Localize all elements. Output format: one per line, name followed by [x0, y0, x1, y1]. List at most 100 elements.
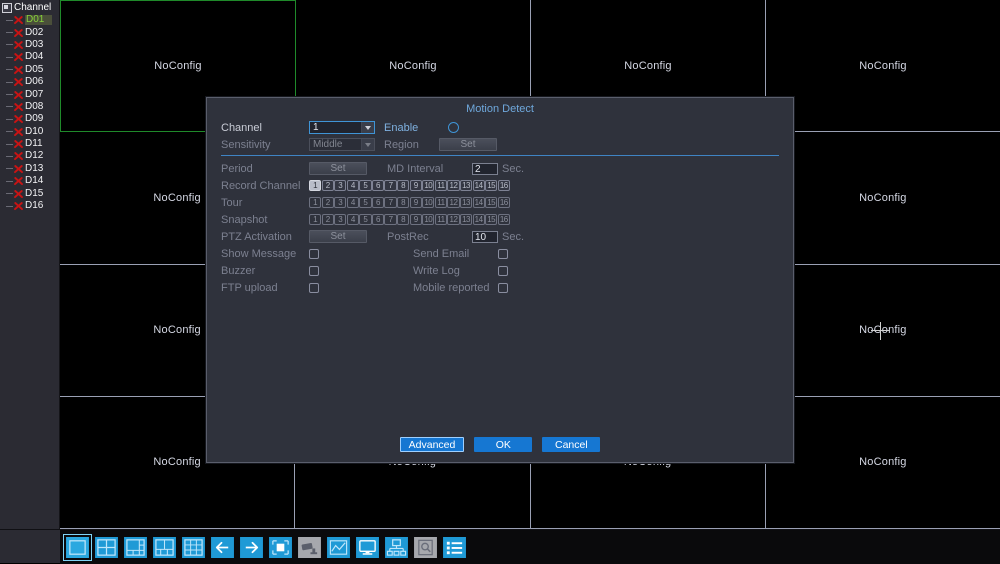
tour-ch-14[interactable]: 14	[472, 197, 485, 208]
snapshot-ch-13[interactable]: 13	[459, 214, 473, 225]
sidebar-item-d07[interactable]: D07	[0, 88, 59, 100]
sidebar-item-d16[interactable]: D16	[0, 200, 59, 212]
monitor-output-button[interactable]	[354, 534, 381, 560]
record-channel-ch-14[interactable]: 14	[472, 180, 485, 191]
tree-expander-icon[interactable]	[2, 2, 12, 13]
sidebar-item-d03[interactable]: D03	[0, 39, 59, 51]
snapshot-ch-2[interactable]: 2	[321, 214, 334, 225]
cancel-button[interactable]: Cancel	[542, 437, 601, 452]
snapshot-ch-9[interactable]: 9	[409, 214, 422, 225]
record-channel-ch-16[interactable]: 16	[497, 180, 510, 191]
sidebar-item-d01[interactable]: D01	[0, 14, 59, 26]
snapshot-ch-8[interactable]: 8	[397, 214, 410, 225]
tour-ch-6[interactable]: 6	[371, 197, 385, 208]
main-menu-list-button[interactable]	[441, 534, 468, 560]
chevron-down-icon[interactable]	[361, 122, 374, 133]
advanced-button[interactable]: Advanced	[399, 437, 465, 452]
sidebar-item-d08[interactable]: D08	[0, 101, 59, 113]
record-channel-ch-12[interactable]: 12	[447, 180, 460, 191]
record-channel-grid[interactable]: 1 2 3 4 5 6 7 8 9 10 11 12 13 14 15 16	[309, 180, 510, 191]
tour-ch-7[interactable]: 7	[384, 197, 397, 208]
snapshot-ch-12[interactable]: 12	[447, 214, 460, 225]
write-log-checkbox[interactable]	[498, 265, 508, 276]
color-chart-button[interactable]	[325, 534, 352, 560]
mobile-reported-checkbox[interactable]	[498, 282, 508, 293]
enable-checkbox[interactable]	[448, 122, 459, 133]
sidebar-item-d09[interactable]: D09	[0, 113, 59, 125]
next-page-button[interactable]	[238, 534, 265, 560]
record-channel-ch-13[interactable]: 13	[459, 180, 473, 191]
tour-ch-16[interactable]: 16	[497, 197, 510, 208]
view-6-split-button[interactable]	[122, 534, 149, 560]
tour-ch-9[interactable]: 9	[409, 197, 422, 208]
network-button[interactable]	[383, 534, 410, 560]
video-cell[interactable]: NoConfig	[765, 132, 1000, 265]
tour-ch-11[interactable]: 11	[434, 197, 447, 208]
view-4-split-button[interactable]	[93, 534, 120, 560]
record-channel-ch-11[interactable]: 11	[434, 180, 447, 191]
snapshot-ch-4[interactable]: 4	[346, 214, 359, 225]
sidebar-item-d12[interactable]: D12	[0, 150, 59, 162]
video-cell[interactable]: NoConfig	[765, 396, 1000, 529]
snapshot-ch-11[interactable]: 11	[434, 214, 447, 225]
snapshot-ch-14[interactable]: 14	[472, 214, 485, 225]
tour-ch-1[interactable]: 1	[309, 197, 322, 208]
record-channel-ch-6[interactable]: 6	[371, 180, 385, 191]
snapshot-ch-7[interactable]: 7	[384, 214, 397, 225]
channel-tree-sidebar[interactable]: Channel D01 D02 D03 D04 D05 D06 D07 D08 D09 D10 D1…	[0, 0, 60, 529]
record-channel-ch-5[interactable]: 5	[359, 180, 372, 191]
sidebar-item-d04[interactable]: D04	[0, 51, 59, 63]
snapshot-ch-5[interactable]: 5	[359, 214, 372, 225]
record-channel-ch-9[interactable]: 9	[409, 180, 422, 191]
tour-ch-3[interactable]: 3	[334, 197, 347, 208]
record-channel-ch-4[interactable]: 4	[346, 180, 359, 191]
region-set-button[interactable]: Set	[439, 138, 497, 151]
show-message-checkbox[interactable]	[309, 248, 319, 259]
snapshot-ch-1[interactable]: 1	[309, 214, 322, 225]
sidebar-item-d02[interactable]: D02	[0, 26, 59, 38]
tour-ch-4[interactable]: 4	[346, 197, 359, 208]
chevron-down-icon[interactable]	[361, 139, 374, 150]
motion-detect-dialog[interactable]: Motion Detect Channel 1 Enable Sensitivi…	[206, 97, 794, 463]
snapshot-ch-6[interactable]: 6	[371, 214, 385, 225]
sidebar-item-d11[interactable]: D11	[0, 138, 59, 150]
snapshot-grid[interactable]: 1 2 3 4 5 6 7 8 9 10 11 12 13 14 15 16	[309, 214, 510, 225]
snapshot-ch-10[interactable]: 10	[422, 214, 435, 225]
sidebar-item-d10[interactable]: D10	[0, 126, 59, 138]
view-9-split-button[interactable]	[180, 534, 207, 560]
sidebar-item-d14[interactable]: D14	[0, 175, 59, 187]
pip-view-button[interactable]	[267, 534, 294, 560]
channel-tree-header[interactable]: Channel	[0, 0, 59, 14]
record-channel-ch-15[interactable]: 15	[485, 180, 498, 191]
post-rec-input[interactable]: 10	[472, 230, 498, 243]
send-email-checkbox[interactable]	[498, 248, 508, 259]
sensitivity-select[interactable]: Middle	[309, 138, 375, 151]
sidebar-item-d05[interactable]: D05	[0, 64, 59, 76]
tour-ch-8[interactable]: 8	[397, 197, 410, 208]
previous-page-button[interactable]	[209, 534, 236, 560]
record-channel-ch-3[interactable]: 3	[334, 180, 347, 191]
video-cell[interactable]: NoConfig	[765, 264, 1000, 397]
video-cell[interactable]: NoConfig	[766, 0, 1000, 133]
period-set-button[interactable]: Set	[309, 162, 367, 175]
tour-ch-12[interactable]: 12	[447, 197, 460, 208]
hdd-search-button[interactable]	[412, 534, 439, 560]
taskbar[interactable]	[0, 529, 1000, 564]
taskbar-buttons[interactable]	[60, 530, 1000, 564]
record-channel-ch-10[interactable]: 10	[422, 180, 435, 191]
sidebar-item-d13[interactable]: D13	[0, 163, 59, 175]
sidebar-item-d06[interactable]: D06	[0, 76, 59, 88]
tour-ch-5[interactable]: 5	[359, 197, 372, 208]
camera-ptz-button[interactable]	[296, 534, 323, 560]
ptz-activation-set-button[interactable]: Set	[309, 230, 367, 243]
record-channel-ch-8[interactable]: 8	[397, 180, 410, 191]
record-channel-ch-2[interactable]: 2	[321, 180, 334, 191]
md-interval-input[interactable]: 2	[472, 162, 498, 175]
sidebar-item-d15[interactable]: D15	[0, 187, 59, 199]
tour-ch-2[interactable]: 2	[321, 197, 334, 208]
record-channel-ch-7[interactable]: 7	[384, 180, 397, 191]
tour-ch-15[interactable]: 15	[485, 197, 498, 208]
view-single-button[interactable]	[63, 533, 92, 561]
ftp-upload-checkbox[interactable]	[309, 282, 319, 293]
view-8-split-button[interactable]	[151, 534, 178, 560]
